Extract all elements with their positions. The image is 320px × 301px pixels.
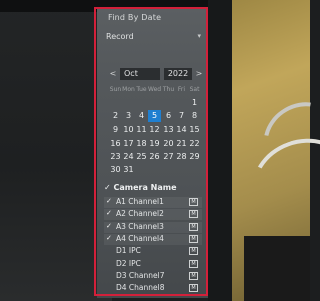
weekday-label: Sat — [189, 86, 200, 93]
calendar-day[interactable]: 24 — [122, 151, 135, 163]
monitor-bezel-left — [0, 0, 112, 301]
calendar-day[interactable]: 31 — [122, 164, 135, 176]
calendar-day[interactable]: 29 — [188, 151, 201, 163]
calendar-day[interactable]: 30 — [109, 164, 122, 176]
calendar-day[interactable]: 27 — [162, 151, 175, 163]
calendar-day[interactable]: 1 — [188, 97, 201, 109]
calendar-day[interactable]: 18 — [135, 138, 148, 150]
camera-name: D2 IPC — [116, 258, 141, 268]
calendar-nav: < Oct 2022 > — [108, 68, 204, 80]
record-tag-icon: M — [189, 259, 198, 268]
weekday-label: Sun — [109, 86, 122, 93]
checkbox[interactable]: ✓ — [106, 222, 114, 230]
camera-name: A3 Channel3 — [116, 221, 164, 231]
weekday-label: Tue — [136, 86, 147, 93]
calendar-day[interactable]: 25 — [135, 151, 148, 163]
chevron-down-icon: ▾ — [197, 32, 201, 40]
camera-name: A4 Channel4 — [116, 233, 164, 243]
camera-row[interactable]: ✓ A2 Channel2 M — [104, 209, 202, 221]
camera-row[interactable]: D2 IPC M — [104, 259, 202, 270]
weekday-label: Mon — [122, 86, 135, 93]
calendar-day[interactable]: 28 — [175, 151, 188, 163]
calendar-day[interactable]: 4 — [135, 110, 148, 122]
checkbox[interactable]: ✓ — [106, 234, 114, 242]
calendar-day[interactable]: 12 — [148, 124, 161, 136]
weekday-label: Wed — [148, 86, 162, 93]
year-select[interactable]: 2022 — [164, 68, 192, 80]
checkbox[interactable]: ✓ — [106, 209, 114, 217]
camera-name: D3 Channel7 — [116, 270, 165, 280]
calendar-day[interactable]: 22 — [188, 138, 201, 150]
camera-name-header: Camera Name — [113, 183, 177, 192]
calendar-day[interactable]: 21 — [175, 138, 188, 150]
checkbox[interactable]: ✓ — [106, 197, 114, 205]
monitor-bezel-right — [208, 0, 232, 301]
record-tag-icon: M — [189, 284, 198, 293]
dialog-title: Find By Date — [108, 13, 162, 22]
next-month-button[interactable]: > — [194, 68, 204, 80]
camera-row[interactable]: D3 Channel7 M — [104, 271, 202, 282]
camera-name: A1 Channel1 — [116, 197, 164, 206]
camera-list-header: ✓ Camera Name — [104, 183, 202, 194]
camera-row[interactable]: D1 IPC M — [104, 246, 202, 257]
calendar-day[interactable]: 11 — [135, 124, 148, 136]
camera-row[interactable]: ✓ A3 Channel3 M — [104, 221, 202, 233]
record-type-value: Record — [106, 32, 134, 41]
calendar-day[interactable]: 19 — [148, 138, 161, 150]
camera-name: D4 Channel8 — [116, 283, 165, 293]
weekday-label: Thu — [162, 86, 175, 93]
calendar-day[interactable]: 26 — [148, 151, 161, 163]
calendar-day-selected[interactable]: 5 — [148, 110, 161, 122]
calendar-day[interactable]: 7 — [175, 110, 188, 122]
prev-month-button[interactable]: < — [108, 68, 118, 80]
header-check-icon[interactable]: ✓ — [104, 183, 114, 192]
calendar-day[interactable]: 20 — [162, 138, 175, 150]
camera-row[interactable]: ✓ A1 Channel1 M — [104, 197, 202, 208]
calendar-day[interactable]: 2 — [109, 110, 122, 122]
weekday-label: Fri — [177, 86, 186, 93]
calendar-day[interactable]: 17 — [122, 138, 135, 150]
calendar-day[interactable]: 9 — [109, 124, 122, 136]
record-tag-icon: M — [189, 210, 198, 219]
camera-name: D1 IPC — [116, 246, 141, 256]
month-select[interactable]: Oct — [120, 68, 160, 80]
record-tag-icon: M — [189, 247, 198, 256]
camera-name: A2 Channel2 — [116, 209, 164, 219]
calendar-day[interactable]: 10 — [122, 124, 135, 136]
record-tag-icon: M — [189, 234, 198, 243]
calendar-day[interactable]: 15 — [188, 124, 201, 136]
record-tag-icon: M — [189, 198, 198, 206]
record-tag-icon: M — [189, 271, 198, 280]
calendar-day[interactable]: 13 — [162, 124, 175, 136]
calendar-day[interactable]: 16 — [109, 138, 122, 150]
calendar-day[interactable]: 6 — [162, 110, 175, 122]
calendar-day[interactable]: 14 — [175, 124, 188, 136]
calendar-day[interactable]: 3 — [122, 110, 135, 122]
record-tag-icon: M — [189, 222, 198, 231]
record-type-select[interactable]: Record ▾ — [104, 31, 202, 44]
calendar-day[interactable]: 8 — [188, 110, 201, 122]
camera-row[interactable]: D4 Channel8 M — [104, 283, 202, 294]
camera-row[interactable]: ✓ A4 Channel4 M — [104, 233, 202, 245]
calendar-day[interactable]: 23 — [109, 151, 122, 163]
background-box — [244, 236, 310, 301]
